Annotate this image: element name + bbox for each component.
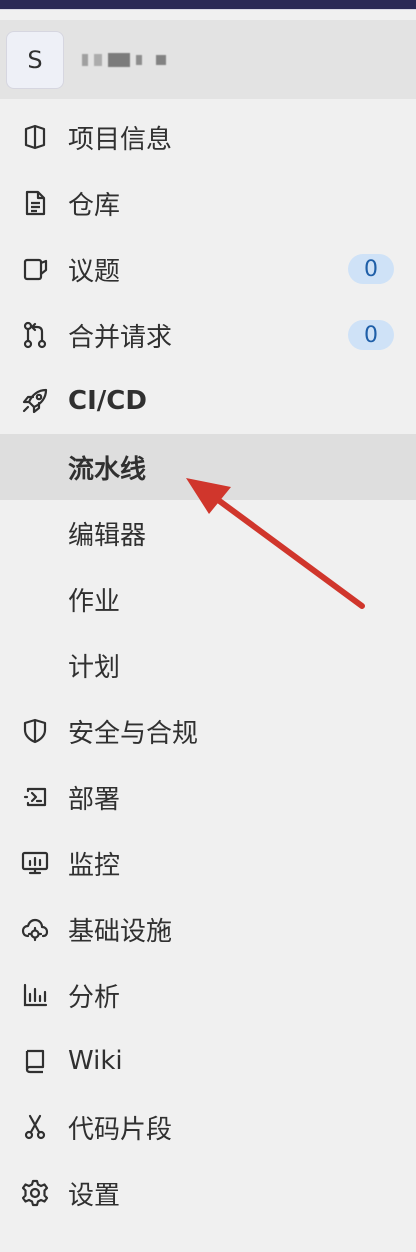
sidebar-item-issues[interactable]: 议题 0 [0,236,416,302]
merge-request-icon [20,320,50,350]
sidebar-item-infrastructure[interactable]: 基础设施 [0,896,416,962]
project-avatar[interactable]: S [6,30,64,89]
issues-count-badge: 0 [348,254,394,284]
project-info-icon [20,122,50,152]
sidebar-item-label: 分析 [68,982,121,1013]
sidebar-item-monitor[interactable]: 监控 [0,830,416,896]
project-name-redacted[interactable] [82,52,166,67]
project-header[interactable]: S [0,20,416,99]
sidebar-item-label: 作业 [68,586,121,617]
sidebar-item-label: 项目信息 [68,124,173,155]
scissors-icon [20,1112,50,1142]
sidebar-item-label: 设置 [68,1180,121,1211]
monitor-icon [20,848,50,878]
sidebar-item-label: 基础设施 [68,916,173,947]
project-avatar-letter: S [27,45,43,74]
sidebar-item-label: 代码片段 [68,1114,173,1145]
book-icon [20,1046,50,1076]
sidebar-item-merge-requests[interactable]: 合并请求 0 [0,302,416,368]
top-navbar [0,0,416,9]
sidebar-item-label: Wiki [68,1046,123,1076]
sidebar-subitem-schedules[interactable]: 计划 [0,632,416,698]
sidebar-subitem-pipelines[interactable]: 流水线 [0,434,416,500]
sidebar-subitem-editor[interactable]: 编辑器 [0,500,416,566]
sidebar-item-snippets[interactable]: 代码片段 [0,1094,416,1160]
cloud-gear-icon [20,914,50,944]
sidebar-item-label: 议题 [68,256,121,287]
sidebar-item-label: CI/CD [68,386,147,416]
sidebar-item-label: 流水线 [68,454,147,485]
shield-icon [20,716,50,746]
sidebar-item-label: 编辑器 [68,520,147,551]
sidebar-item-label: 仓库 [68,190,121,221]
sidebar-item-analytics[interactable]: 分析 [0,962,416,1028]
sidebar-item-project-info[interactable]: 项目信息 [0,104,416,170]
sidebar-item-label: 部署 [68,784,121,815]
chart-icon [20,980,50,1010]
sidebar-item-deployments[interactable]: 部署 [0,764,416,830]
merge-requests-count-badge: 0 [348,320,394,350]
sidebar-item-wiki[interactable]: Wiki [0,1028,416,1094]
sidebar-item-label: 监控 [68,850,121,881]
sidebar-item-label: 计划 [68,652,121,683]
sidebar-item-repository[interactable]: 仓库 [0,170,416,236]
sidebar-item-label: 合并请求 [68,322,173,353]
deploy-icon [20,782,50,812]
sidebar-item-cicd[interactable]: CI/CD [0,368,416,434]
gear-icon [20,1178,50,1208]
sidebar-item-settings[interactable]: 设置 [0,1160,416,1226]
document-icon [20,188,50,218]
sidebar-subitem-jobs[interactable]: 作业 [0,566,416,632]
rocket-icon [20,386,50,416]
sidebar-item-label: 安全与合规 [68,718,199,749]
sidebar-item-security-compliance[interactable]: 安全与合规 [0,698,416,764]
top-divider [0,9,416,10]
sidebar-nav: 项目信息 仓库 议题 0 合并请求 0 CI/CD 流水线 编辑器 作业 计划 … [0,104,416,1226]
issues-icon [20,254,50,284]
